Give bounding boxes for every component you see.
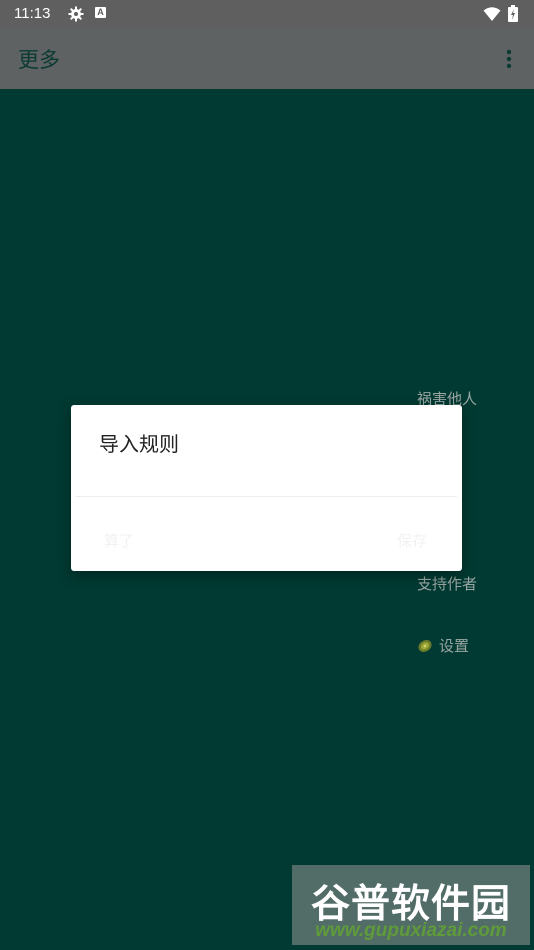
menu-item-label: 支持作者 <box>417 575 478 593</box>
menu-item-settings[interactable]: 设置 <box>417 635 469 656</box>
app-bar: 更多 <box>0 28 534 89</box>
watermark-url: www.gupuxiazai.com <box>315 920 507 941</box>
import-rules-dialog: 导入规则 算了 保存 <box>71 405 462 571</box>
save-button[interactable]: 保存 <box>397 530 427 551</box>
a-icon: A <box>95 7 106 18</box>
kiwi-icon <box>418 639 432 653</box>
status-bar: 11:13 A <box>0 0 534 28</box>
watermark: 谷普软件园 www.gupuxiazai.com <box>292 865 530 945</box>
status-time: 11:13 <box>14 5 51 22</box>
menu-item-support-author[interactable]: 支持作者 <box>417 573 477 594</box>
dialog-divider <box>76 496 457 497</box>
menu-item-label: 设置 <box>439 637 470 655</box>
battery-icon <box>508 5 518 22</box>
gear-icon <box>68 6 84 22</box>
page-title: 更多 <box>18 48 60 72</box>
cancel-button[interactable]: 算了 <box>104 530 134 551</box>
wifi-icon <box>483 7 501 21</box>
dialog-title: 导入规则 <box>99 432 179 456</box>
overflow-menu-icon[interactable] <box>503 48 515 70</box>
